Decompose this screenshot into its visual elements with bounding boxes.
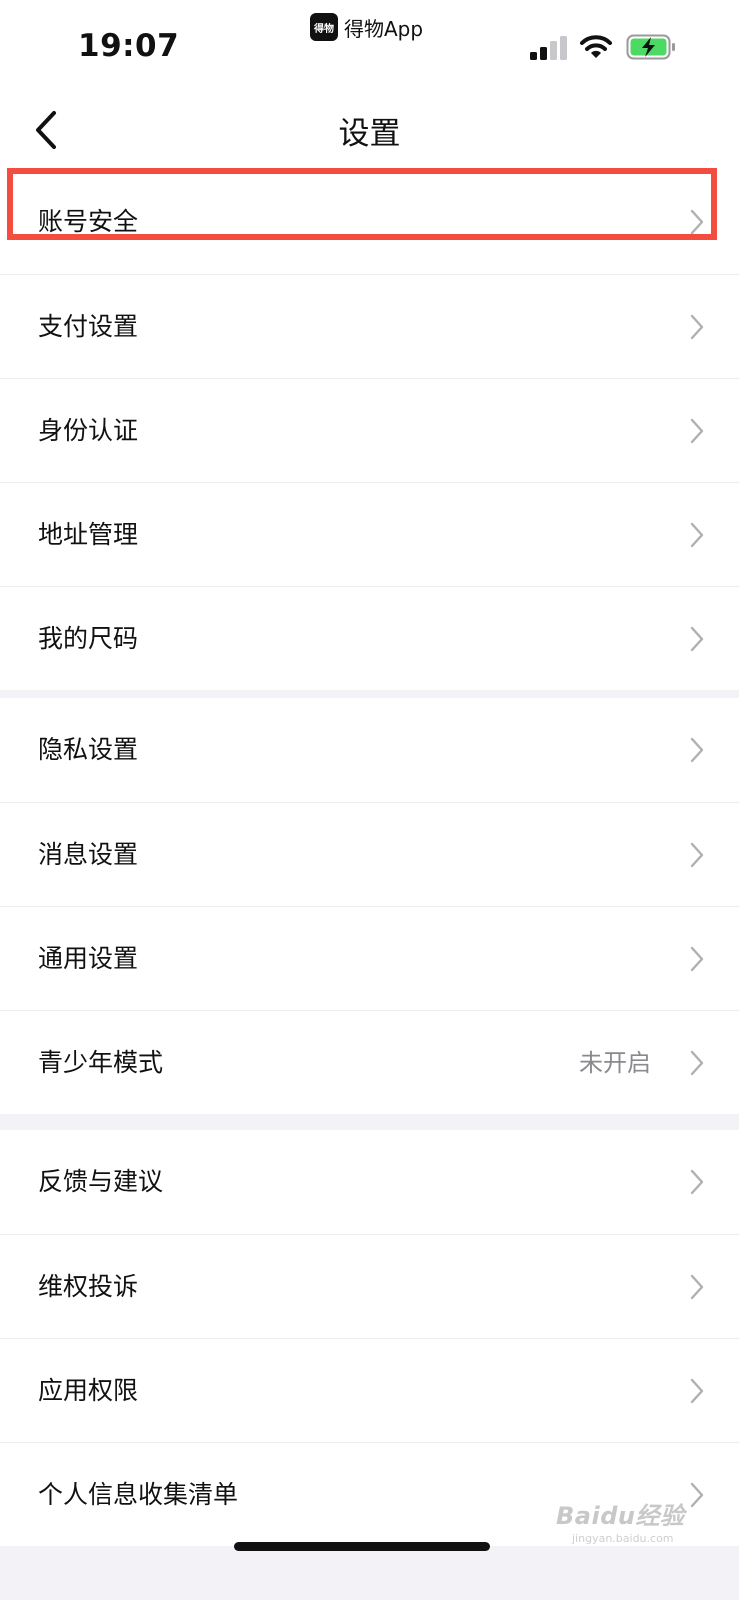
cellular-signal-icon [530,36,567,60]
settings-item-label: 通用设置 [38,944,139,973]
settings-item-privacy[interactable]: 隐私设置 [0,698,739,802]
settings-item-account-security[interactable]: 账号安全 [0,170,739,274]
settings-item-label: 隐私设置 [38,735,139,764]
home-indicator[interactable] [234,1542,490,1551]
settings-item-label: 维权投诉 [38,1272,139,1301]
wifi-icon [580,35,612,58]
return-to-app-indicator[interactable]: 得物 得物App [310,10,423,44]
settings-item-payment[interactable]: 支付设置 [0,274,739,378]
settings-group-preferences: 隐私设置 消息设置 通用设置 青少年模式 未开启 [0,698,739,1114]
status-bar: 19:07 得物 得物App [0,0,739,90]
settings-item-label: 青少年模式 [38,1048,164,1077]
settings-item-label: 身份认证 [38,416,139,445]
settings-item-label: 个人信息收集清单 [38,1480,239,1509]
settings-item-label: 账号安全 [38,207,139,236]
chevron-right-icon [690,418,704,444]
settings-item-label: 反馈与建议 [38,1167,164,1196]
navigation-bar: 设置 [0,90,739,170]
watermark-url: jingyan.baidu.com [572,1532,674,1545]
settings-group-support: 反馈与建议 维权投诉 应用权限 个人信息收集清单 [0,1130,739,1546]
settings-item-general[interactable]: 通用设置 [0,906,739,1010]
settings-item-label: 我的尺码 [38,624,139,653]
chevron-right-icon [690,737,704,763]
settings-group-account: 账号安全 支付设置 身份认证 地址管理 我的尺码 [0,170,739,690]
chevron-right-icon [690,1378,704,1404]
settings-item-label: 消息设置 [38,840,139,869]
settings-item-notifications[interactable]: 消息设置 [0,802,739,906]
watermark-logo: Baidu经验 [556,1502,685,1530]
chevron-right-icon [690,842,704,868]
app-name: 得物App [344,16,424,41]
settings-item-complaints[interactable]: 维权投诉 [0,1234,739,1338]
chevron-right-icon [690,1169,704,1195]
settings-item-label: 应用权限 [38,1376,139,1405]
settings-item-teen-mode[interactable]: 青少年模式 未开启 [0,1010,739,1114]
settings-item-my-size[interactable]: 我的尺码 [0,586,739,690]
chevron-right-icon [690,1274,704,1300]
settings-item-label: 支付设置 [38,312,139,341]
chevron-right-icon [690,522,704,548]
app-icon: 得物 [310,13,338,41]
settings-item-address[interactable]: 地址管理 [0,482,739,586]
settings-item-label: 地址管理 [38,520,139,549]
battery-charging-icon [626,34,675,60]
chevron-right-icon [690,626,704,652]
teen-mode-status: 未开启 [579,1049,651,1077]
chevron-right-icon [690,1482,704,1508]
settings-item-identity[interactable]: 身份认证 [0,378,739,482]
chevron-right-icon [690,314,704,340]
page-title: 设置 [338,116,401,152]
chevron-right-icon [690,946,704,972]
status-time: 19:07 [78,28,180,64]
chevron-right-icon [690,1050,704,1076]
settings-item-app-permissions[interactable]: 应用权限 [0,1338,739,1442]
settings-item-feedback[interactable]: 反馈与建议 [0,1130,739,1234]
chevron-right-icon [690,209,704,235]
